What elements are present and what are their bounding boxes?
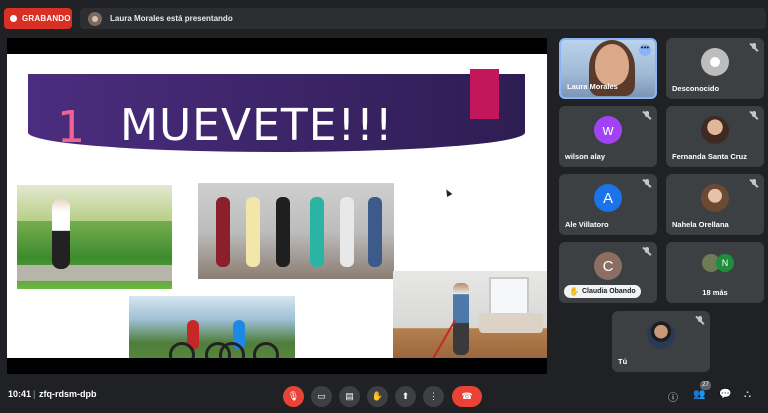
avatar xyxy=(701,116,729,144)
participant-name: Desconocido xyxy=(672,84,720,93)
participant-name: Tú xyxy=(618,357,628,366)
participant-tile-laura[interactable]: ••• Laura Morales xyxy=(559,38,657,99)
people-icon[interactable]: 👥 xyxy=(693,389,705,400)
participant-name: Laura Morales xyxy=(567,82,618,91)
slide-banner: 1 MUEVETE!!! xyxy=(28,74,525,153)
participant-tile-more[interactable]: N 18 más xyxy=(666,242,764,303)
avatar: w xyxy=(594,116,622,144)
participant-tile-nahela[interactable]: Nahela Orellana xyxy=(666,174,764,235)
participant-name: Nahela Orellana xyxy=(672,220,729,229)
presentation-stage[interactable]: 1 MUEVETE!!! xyxy=(7,38,547,374)
bottom-bar: 10:41 | zfq-rdsm-dpb 🎙 ▭ ▤ ✋ ⬆ ⋮ ☎ ⓘ 👥 2… xyxy=(0,378,768,413)
separator: | xyxy=(33,389,36,399)
cleaning-photo xyxy=(393,271,547,358)
avatar xyxy=(647,321,675,349)
captions-button[interactable]: ▤ xyxy=(339,386,360,407)
mic-off-icon: 🎙 xyxy=(287,391,300,401)
participant-count-badge: 27 xyxy=(700,381,711,390)
present-screen-icon: ⬆ xyxy=(401,391,410,401)
slide-number: 1 xyxy=(57,102,85,153)
participant-tile-desconocido[interactable]: Desconocido xyxy=(666,38,764,99)
participant-name: Fernanda Santa Cruz xyxy=(672,152,748,161)
participant-name: Ale Villatoro xyxy=(565,220,609,229)
activities-icon[interactable]: ⛬ xyxy=(744,389,751,400)
mic-off-icon xyxy=(749,43,759,52)
mic-off-icon xyxy=(642,179,652,188)
participant-tile-claudia[interactable]: C ✋ Claudia Obando xyxy=(559,242,657,303)
camera-toggle-button[interactable]: ▭ xyxy=(311,386,332,407)
more-options-icon[interactable]: ••• xyxy=(639,44,651,56)
generic-user-icon xyxy=(701,48,729,76)
mic-off-icon xyxy=(642,247,652,256)
more-participants-label: 18 más xyxy=(702,288,728,297)
dance-class-photo xyxy=(198,183,394,279)
participant-tile-wilson[interactable]: w wilson alay xyxy=(559,106,657,167)
captions-icon: ▤ xyxy=(345,391,354,401)
hang-up-icon: ☎ xyxy=(461,391,473,401)
presenting-banner: Laura Morales está presentando xyxy=(80,8,766,29)
raised-hand-pill: ✋ Claudia Obando xyxy=(564,285,641,298)
camera-icon: ▭ xyxy=(317,391,326,401)
participant-tile-self[interactable]: Tú xyxy=(612,311,710,372)
recording-dot-icon xyxy=(10,15,17,22)
walking-photo xyxy=(17,185,172,289)
avatar: C xyxy=(594,252,622,280)
mic-toggle-button[interactable]: 🎙 xyxy=(283,386,304,407)
avatar: A xyxy=(594,184,622,212)
avatar xyxy=(701,184,729,212)
clock: 10:41 xyxy=(8,389,32,399)
slide: 1 MUEVETE!!! xyxy=(7,54,547,358)
mic-off-icon xyxy=(642,111,652,120)
cycling-photo xyxy=(129,296,295,358)
hand-icon: ✋ xyxy=(371,391,384,401)
participant-tile-ale[interactable]: A Ale Villatoro xyxy=(559,174,657,235)
slide-accent-block xyxy=(470,69,499,119)
raised-hand-icon: ✋ xyxy=(569,287,579,296)
slide-title: MUEVETE!!! xyxy=(120,100,394,151)
participant-name: Claudia Obando xyxy=(581,288,636,295)
mic-off-icon xyxy=(695,316,705,325)
info-icon[interactable]: ⓘ xyxy=(668,389,678,404)
more-options-button[interactable]: ⋮ xyxy=(423,386,444,407)
mic-off-icon xyxy=(749,111,759,120)
recording-indicator: GRABANDO xyxy=(4,8,72,29)
chat-icon[interactable]: 💬 xyxy=(719,389,731,400)
meeting-code: zfq-rdsm-dpb xyxy=(39,389,97,399)
raise-hand-button[interactable]: ✋ xyxy=(367,386,388,407)
more-vert-icon: ⋮ xyxy=(429,391,438,401)
present-button[interactable]: ⬆ xyxy=(395,386,416,407)
avatar: N xyxy=(716,254,734,272)
presenting-text: Laura Morales está presentando xyxy=(110,14,233,23)
participant-tile-fernanda[interactable]: Fernanda Santa Cruz xyxy=(666,106,764,167)
recording-label: GRABANDO xyxy=(22,14,71,23)
mouse-cursor-icon xyxy=(443,187,453,198)
leave-call-button[interactable]: ☎ xyxy=(452,386,482,407)
mic-off-icon xyxy=(749,179,759,188)
presenter-avatar xyxy=(88,11,102,26)
participant-name: wilson alay xyxy=(565,152,606,161)
